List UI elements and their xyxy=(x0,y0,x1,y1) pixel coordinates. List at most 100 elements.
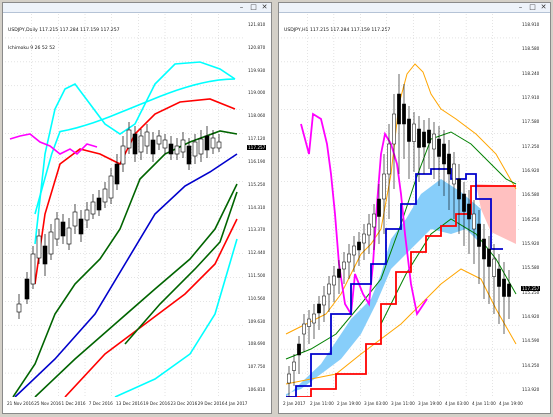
candle-body xyxy=(150,139,156,155)
y-tick-label: 117.580 xyxy=(522,119,540,125)
right-chart-window[interactable]: – □ ✕ USDJPY,H1 117.215 117.284 117.159 … xyxy=(278,2,551,414)
candle-body xyxy=(322,295,326,306)
x-tick-label: 13 Dec 2016 xyxy=(116,401,143,406)
candle-body xyxy=(507,283,511,297)
y-tick-label: 112.440 xyxy=(248,250,266,256)
candle-body xyxy=(317,303,321,314)
y-tick-label: 117.910 xyxy=(522,95,540,100)
candle-body xyxy=(342,261,346,270)
y-tick-label: 113.370 xyxy=(248,227,266,233)
candle-body xyxy=(302,323,306,335)
x-tick-label: 3 Jan 19:00 xyxy=(418,401,442,406)
y-tick-label: 108.690 xyxy=(248,341,266,347)
candle-body xyxy=(90,201,96,215)
maximize-icon[interactable]: □ xyxy=(248,3,259,11)
y-tick-label: 120.870 xyxy=(248,44,266,50)
y-tick-label: 116.190 xyxy=(248,158,266,164)
right-plot-area[interactable]: USDJPY,H1 117.215 117.284 117.159 117.25… xyxy=(281,14,519,397)
candle-body xyxy=(392,113,396,145)
candle-body xyxy=(66,227,72,245)
candle-body xyxy=(174,145,180,155)
left-window-titlebar[interactable]: – □ ✕ xyxy=(3,3,271,13)
x-tick-label: 4 Jan 2017 xyxy=(225,401,248,406)
candle-body xyxy=(417,128,421,148)
x-tick-label: 3 Jan 11:00 xyxy=(391,401,415,406)
maximize-icon[interactable]: □ xyxy=(527,3,538,11)
candle-body xyxy=(362,233,366,244)
candle-body xyxy=(72,211,78,227)
candle-body xyxy=(168,143,174,155)
minimize-icon[interactable]: – xyxy=(236,3,247,11)
right-price-tag: 117.257 xyxy=(521,286,541,291)
y-tick-label: 115.580 xyxy=(522,265,540,271)
left-chart-window[interactable]: – □ ✕ USDJPY,Daily 117.215 117.284 117.1… xyxy=(2,2,272,414)
right-window-titlebar[interactable]: – □ ✕ xyxy=(279,3,550,13)
candle-body xyxy=(382,173,386,200)
candle-body xyxy=(120,145,126,165)
y-tick-label: 114.250 xyxy=(522,362,540,368)
y-tick-label: 119.930 xyxy=(248,67,266,73)
x-tick-label: 4 Jan 03:00 xyxy=(445,401,469,406)
x-tick-label: 23 Dec 2016 xyxy=(170,401,198,406)
candle-body xyxy=(138,135,144,153)
right-price-chart xyxy=(281,14,519,397)
close-icon[interactable]: ✕ xyxy=(259,3,270,11)
x-tick-label: 4 Jan 11:00 xyxy=(472,401,496,406)
candle-body xyxy=(477,223,481,247)
candle-body xyxy=(407,118,411,142)
candle-body xyxy=(412,123,416,142)
left-plot-area[interactable]: USDJPY,Daily 117.215 117.284 117.159 117… xyxy=(5,14,245,397)
candle-body xyxy=(96,197,102,211)
candle-body xyxy=(30,253,36,285)
candle-body xyxy=(482,238,486,260)
candle-body xyxy=(467,203,471,220)
candle-body xyxy=(54,218,60,240)
candle-body xyxy=(442,143,446,165)
y-tick-label: 113.920 xyxy=(522,387,540,392)
left-price-chart xyxy=(5,14,245,397)
x-tick-label: 2 Jan 2017 xyxy=(283,401,306,406)
y-tick-label: 109.630 xyxy=(248,318,266,324)
candle-body xyxy=(132,133,138,155)
left-price-tag: 117.257 xyxy=(247,145,267,150)
candle-body xyxy=(437,138,441,157)
candle-body xyxy=(36,235,42,259)
y-tick-label: 118.910 xyxy=(522,22,540,27)
candle-body xyxy=(312,313,316,324)
candle-body xyxy=(287,373,291,384)
lower-green-band xyxy=(124,191,238,345)
x-tick-label: 19 Dec 2016 xyxy=(143,401,171,406)
candle-body xyxy=(432,133,436,150)
candle-body xyxy=(126,129,132,149)
candle-body xyxy=(102,188,108,203)
candle-body xyxy=(42,245,48,265)
right-x-axis: 2 Jan 2017 2 Jan 11:00 2 Jan 19:00 3 Jan 03… xyxy=(281,398,523,412)
candle-body xyxy=(372,213,376,228)
candle-body xyxy=(492,258,496,277)
close-icon[interactable]: ✕ xyxy=(538,3,549,11)
kumo-cloud-bearish xyxy=(476,184,516,244)
x-tick-label: 1 Dec 2016 xyxy=(61,401,86,406)
y-tick-label: 114.590 xyxy=(522,338,540,344)
candle-body xyxy=(78,218,84,235)
candle-body xyxy=(24,278,30,300)
candle-body xyxy=(402,103,406,125)
minimize-icon[interactable]: – xyxy=(515,3,526,11)
candle-body xyxy=(357,241,361,251)
y-tick-label: 115.920 xyxy=(522,241,540,246)
y-tick-label: 117.250 xyxy=(522,143,540,149)
y-tick-label: 117.120 xyxy=(248,136,266,142)
candle-body xyxy=(347,253,351,263)
candle-body xyxy=(337,268,341,278)
y-tick-label: 115.250 xyxy=(248,181,266,187)
y-tick-label: 110.560 xyxy=(248,295,266,301)
candle-body xyxy=(367,223,371,236)
y-tick-label: 116.580 xyxy=(522,192,540,198)
candle-body xyxy=(186,145,192,165)
x-tick-label: 29 Dec 2016 xyxy=(197,401,225,406)
lower-red-band xyxy=(64,218,238,397)
y-tick-label: 121.810 xyxy=(248,22,266,27)
candle-body xyxy=(332,275,336,286)
right-y-axis: 118.910 118.580 118.240 117.910 117.580 117.2… xyxy=(520,14,551,397)
y-tick-label: 116.920 xyxy=(522,168,540,173)
